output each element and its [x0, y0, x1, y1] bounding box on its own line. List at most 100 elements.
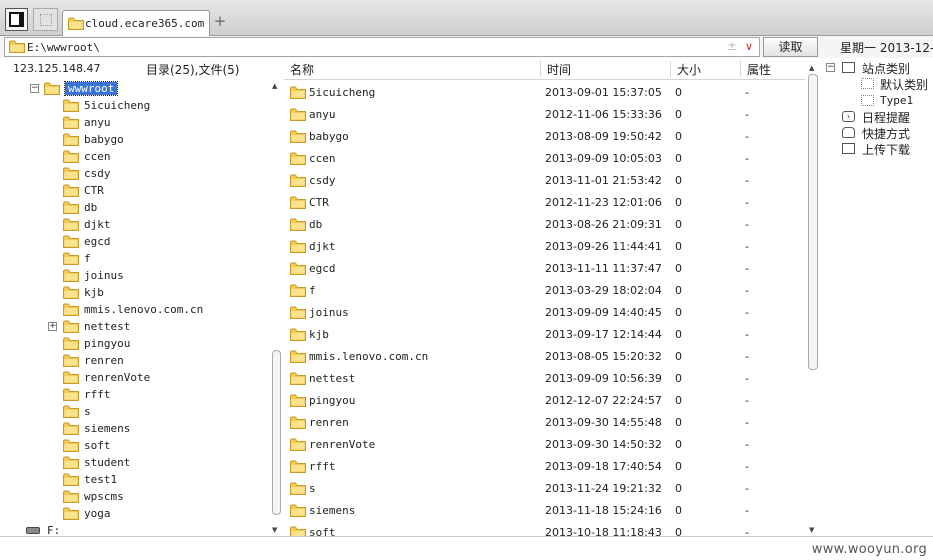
- list-scrollbar[interactable]: ▲ ▼: [806, 58, 820, 536]
- table-row[interactable]: pingyou 2012-12-07 22:24:57 0 -: [284, 389, 805, 411]
- tree-item-label: pingyou: [84, 337, 131, 350]
- file-name: 5icuicheng: [309, 86, 376, 99]
- folder-icon: [63, 473, 79, 489]
- folder-icon: [290, 240, 306, 256]
- file-name: db: [309, 218, 323, 231]
- file-attr: -: [745, 196, 749, 209]
- file-time: 2013-09-30 14:55:48: [545, 416, 662, 429]
- table-row[interactable]: siemens 2013-11-18 15:24:16 0 -: [284, 499, 805, 521]
- tree-item-label: mmis.lenovo.com.cn: [84, 303, 204, 316]
- table-row[interactable]: egcd 2013-11-11 11:37:47 0 -: [284, 257, 805, 279]
- folder-icon: [290, 438, 306, 454]
- table-row[interactable]: anyu 2012-11-06 15:33:36 0 -: [284, 103, 805, 125]
- col-time[interactable]: 时间: [540, 61, 571, 77]
- collapse-icon[interactable]: −: [826, 63, 835, 72]
- chevron-down-icon[interactable]: ∨: [745, 40, 753, 53]
- file-attr: -: [745, 108, 749, 121]
- folder-icon: [290, 526, 306, 536]
- drive-icon: [26, 527, 40, 534]
- table-row[interactable]: kjb 2013-09-17 12:14:44 0 -: [284, 323, 805, 345]
- table-row[interactable]: 5icuicheng 2013-09-01 15:37:05 0 -: [284, 81, 805, 103]
- table-row[interactable]: joinus 2013-09-09 14:40:45 0 -: [284, 301, 805, 323]
- shortcuts-label: 快捷方式: [862, 127, 911, 141]
- table-row[interactable]: renren 2013-09-30 14:55:48 0 -: [284, 411, 805, 433]
- file-size: 0: [675, 130, 682, 143]
- file-size: 0: [675, 108, 682, 121]
- folder-icon: [290, 284, 306, 300]
- tree-item-label: kjb: [84, 286, 104, 299]
- blank-tab-button[interactable]: [33, 8, 58, 31]
- file-size: 0: [675, 394, 682, 407]
- folder-icon: [63, 354, 79, 370]
- date-text: 星期一 2013-12-0: [840, 41, 933, 55]
- tree-item-label: soft: [84, 439, 111, 452]
- table-row[interactable]: mmis.lenovo.com.cn 2013-08-05 15:20:32 0 -: [284, 345, 805, 367]
- tree-item-label: egcd: [84, 235, 111, 248]
- folder-icon: [63, 490, 79, 506]
- sidebar-toggle-button[interactable]: [5, 8, 28, 31]
- folder-icon: [63, 320, 79, 336]
- folder-icon: [63, 405, 79, 421]
- file-size: 0: [675, 86, 682, 99]
- file-size: 0: [675, 196, 682, 209]
- path-input[interactable]: [27, 39, 717, 55]
- folder-icon: [290, 372, 306, 388]
- table-row[interactable]: rfft 2013-09-18 17:40:54 0 -: [284, 455, 805, 477]
- upload-download-label: 上传下载: [862, 143, 911, 157]
- tree-item-label: student: [84, 456, 131, 469]
- category-icon: [861, 78, 874, 89]
- file-time: 2013-11-18 15:24:16: [545, 504, 662, 517]
- tree-scrollbar[interactable]: ▲ ▼: [270, 80, 283, 536]
- scroll-up-icon[interactable]: ▲: [809, 64, 814, 72]
- folder-icon: [63, 422, 79, 438]
- tree-item-label: CTR: [84, 184, 104, 197]
- table-row[interactable]: csdy 2013-11-01 21:53:42 0 -: [284, 169, 805, 191]
- scroll-thumb[interactable]: [808, 74, 818, 370]
- folder-icon: [290, 416, 306, 432]
- file-time: 2013-08-26 21:09:31: [545, 218, 662, 231]
- expand-icon[interactable]: +: [48, 322, 57, 331]
- read-button[interactable]: 读取: [763, 37, 818, 57]
- table-row[interactable]: ccen 2013-09-09 10:05:03 0 -: [284, 147, 805, 169]
- file-attr: -: [745, 372, 749, 385]
- file-time: 2013-11-24 19:21:32: [545, 482, 662, 495]
- col-attr[interactable]: 属性: [740, 61, 771, 77]
- table-row[interactable]: db 2013-08-26 21:09:31 0 -: [284, 213, 805, 235]
- tab-cloud[interactable]: cloud.ecare365.com: [62, 10, 210, 36]
- file-size: 0: [675, 460, 682, 473]
- file-time: 2012-12-07 22:24:57: [545, 394, 662, 407]
- table-row[interactable]: nettest 2013-09-09 10:56:39 0 -: [284, 367, 805, 389]
- scroll-thumb[interactable]: [272, 350, 281, 515]
- date-label: 星期一 2013-12-0: [840, 39, 933, 56]
- tree-item-label: 5icuicheng: [84, 99, 151, 112]
- folder-icon: [63, 116, 79, 132]
- table-row[interactable]: renrenVote 2013-09-30 14:50:32 0 -: [284, 433, 805, 455]
- scroll-down-icon[interactable]: ▼: [272, 526, 277, 534]
- file-time: 2013-09-09 14:40:45: [545, 306, 662, 319]
- file-name: egcd: [309, 262, 336, 275]
- table-row[interactable]: s 2013-11-24 19:21:32 0 -: [284, 477, 805, 499]
- scroll-down-icon[interactable]: ▼: [809, 526, 814, 534]
- table-row[interactable]: CTR 2012-11-23 12:01:06 0 -: [284, 191, 805, 213]
- collapse-icon[interactable]: −: [30, 84, 39, 93]
- file-time: 2013-09-17 12:14:44: [545, 328, 662, 341]
- folder-icon: [63, 150, 79, 166]
- table-row[interactable]: f 2013-03-29 18:02:04 0 -: [284, 279, 805, 301]
- col-name[interactable]: 名称: [284, 61, 314, 77]
- folder-icon: [290, 306, 306, 322]
- scroll-up-icon[interactable]: ▲: [272, 82, 277, 90]
- table-row[interactable]: soft 2013-10-18 11:18:43 0 -: [284, 521, 805, 536]
- tab-bar: cloud.ecare365.com +: [0, 0, 933, 36]
- file-name: pingyou: [309, 394, 356, 407]
- folder-icon: [63, 303, 79, 319]
- file-name: djkt: [309, 240, 336, 253]
- table-row[interactable]: babygo 2013-08-09 19:50:42 0 -: [284, 125, 805, 147]
- folder-icon: [290, 218, 306, 234]
- folder-icon: [63, 252, 79, 268]
- file-name: rfft: [309, 460, 336, 473]
- file-size: 0: [675, 482, 682, 495]
- col-size[interactable]: 大小: [670, 61, 701, 77]
- star-icon[interactable]: ±: [727, 39, 737, 53]
- table-row[interactable]: djkt 2013-09-26 11:44:41 0 -: [284, 235, 805, 257]
- new-tab-button[interactable]: +: [213, 14, 227, 29]
